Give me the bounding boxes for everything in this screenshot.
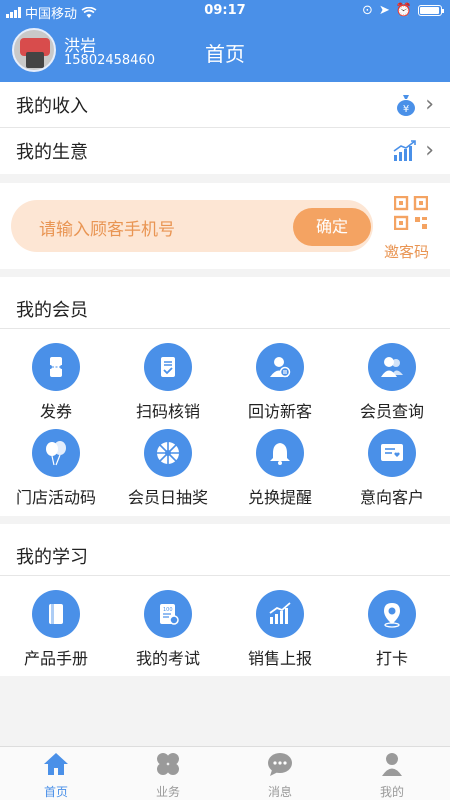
bell-icon	[256, 429, 304, 477]
member-item-scan[interactable]: 扫码核销	[112, 343, 224, 422]
bottom-tab-bar: 首页 业务 消息 我的	[0, 746, 450, 800]
member-item-intention[interactable]: 意向客户	[336, 429, 448, 508]
tab-home[interactable]: 首页	[0, 751, 112, 800]
new-customer-icon	[256, 343, 304, 391]
intention-card-icon	[368, 429, 416, 477]
member-item-lottery[interactable]: 会员日抽奖	[112, 429, 224, 508]
battery-icon	[418, 5, 444, 16]
menu-row-label: 我的收入	[16, 96, 88, 117]
exam-icon: 100	[144, 590, 192, 638]
lottery-wheel-icon	[144, 429, 192, 477]
menu-row-label: 我的生意	[16, 142, 88, 163]
study-item-checkin[interactable]: 打卡	[336, 590, 448, 669]
chevron-right-icon: ›	[425, 138, 434, 163]
member-item-label: 扫码核销	[135, 402, 200, 421]
growth-chart-icon	[393, 140, 416, 161]
study-grid: 产品手册 100 我的考试 销售上报 打卡	[0, 576, 450, 676]
member-item-label: 兑换提醒	[247, 488, 312, 507]
member-item-label: 回访新客	[247, 402, 312, 421]
member-item-revisit[interactable]: 回访新客	[224, 343, 336, 422]
chevron-right-icon: ›	[425, 92, 434, 117]
home-icon	[44, 753, 68, 775]
study-item-label: 打卡	[375, 649, 408, 668]
study-item-exam[interactable]: 100 我的考试	[112, 590, 224, 669]
qr-code-icon[interactable]	[394, 196, 428, 230]
location-pin-icon	[368, 590, 416, 638]
svg-text:¥: ¥	[403, 104, 409, 115]
scan-verify-icon	[144, 343, 192, 391]
study-item-label: 销售上报	[247, 649, 312, 668]
tab-label: 首页	[43, 785, 68, 799]
customer-search-panel: 请输入顾客手机号	[0, 183, 450, 269]
page-title: 首页	[205, 42, 245, 66]
menu-row-income[interactable]: 我的收入 ¥ ›	[0, 82, 450, 128]
study-item-manual[interactable]: 产品手册	[0, 590, 112, 669]
member-item-label: 意向客户	[359, 488, 424, 507]
menu-row-business[interactable]: 我的生意 ›	[0, 128, 450, 174]
members-grid: 发券 扫码核销 回访新客 会员查询 门店活动码 会员日抽奖 兑换提醒 意向客户	[0, 329, 450, 516]
tab-messages[interactable]: 消息	[224, 751, 336, 800]
rotation-lock-icon: ⊙	[362, 3, 373, 18]
chat-bubble-icon	[268, 753, 292, 776]
tab-label: 我的	[379, 785, 404, 799]
svg-text:100: 100	[163, 607, 173, 613]
tab-label: 业务	[155, 785, 180, 799]
member-item-label: 发券	[39, 402, 72, 421]
member-item-label: 会员查询	[359, 402, 424, 421]
clover-icon	[157, 753, 179, 775]
tab-label: 消息	[267, 785, 292, 799]
location-arrow-icon: ➤	[378, 3, 390, 18]
status-bar: 中国移动 09:17 ⊙ ➤ ⏰	[0, 0, 450, 22]
member-item-label: 会员日抽奖	[127, 488, 208, 507]
study-item-label: 我的考试	[135, 649, 200, 668]
customer-phone-placeholder: 请输入顾客手机号	[39, 220, 175, 240]
invite-code-label[interactable]: 邀客码	[384, 241, 429, 262]
member-item-coupon[interactable]: 发券	[0, 343, 112, 422]
member-item-activity[interactable]: 门店活动码	[0, 429, 112, 508]
section-title-members: 我的会员	[0, 277, 450, 335]
header-bar: 中国移动 09:17 ⊙ ➤ ⏰ 洪岩 15802458460 首页	[0, 0, 450, 82]
member-query-icon	[368, 343, 416, 391]
person-icon	[382, 753, 402, 776]
tab-business[interactable]: 业务	[112, 751, 224, 800]
manual-icon	[32, 590, 80, 638]
confirm-button[interactable]: 确定	[293, 208, 371, 246]
member-item-label: 门店活动码	[15, 488, 96, 507]
balloons-icon	[32, 429, 80, 477]
member-item-query[interactable]: 会员查询	[336, 343, 448, 422]
coupon-icon	[32, 343, 80, 391]
member-item-redeem-reminder[interactable]: 兑换提醒	[224, 429, 336, 508]
section-title-study: 我的学习	[0, 524, 450, 582]
study-item-sales-report[interactable]: 销售上报	[224, 590, 336, 669]
alarm-icon: ⏰	[395, 3, 412, 18]
tab-mine[interactable]: 我的	[336, 751, 448, 800]
study-item-label: 产品手册	[23, 649, 88, 668]
sales-report-icon	[256, 590, 304, 638]
money-bag-icon: ¥	[397, 95, 416, 116]
